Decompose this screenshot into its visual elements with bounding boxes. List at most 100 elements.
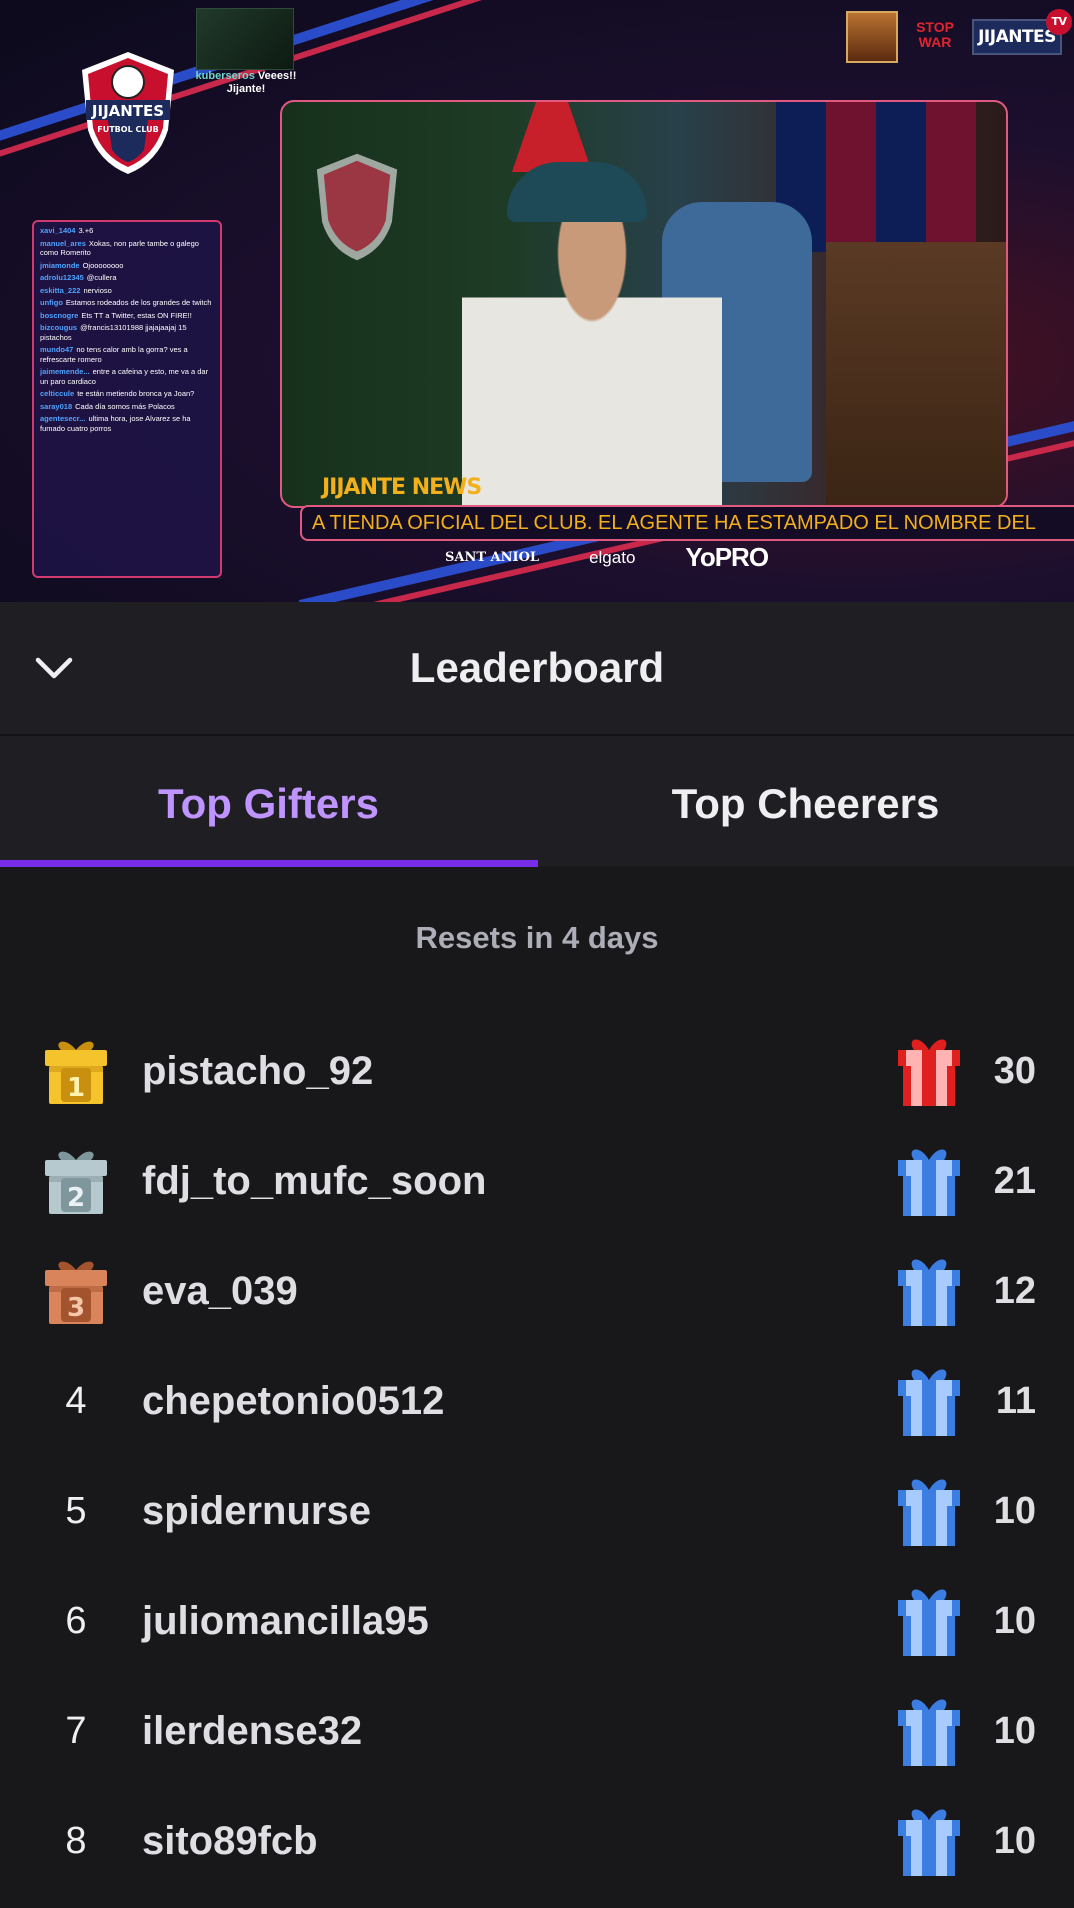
rank-number: 8 — [65, 1819, 87, 1862]
chat-username: boscnogre — [40, 310, 79, 320]
chat-message: bizcougus @francis13101988 jjajajaajaj 15… — [40, 323, 214, 342]
active-tab-indicator — [0, 860, 538, 867]
gift-count: 10 — [993, 1600, 1036, 1642]
tab-top-gifters[interactable]: Top Gifters — [0, 736, 537, 868]
reaction-cam-thumbnail — [196, 8, 294, 70]
leaderboard-row[interactable]: 8 sito89fcb 10 — [0, 1786, 1074, 1896]
username-link[interactable]: ilerdense32 — [142, 1676, 362, 1786]
leaderboard-row[interactable]: 1 pistacho_92 30 — [0, 1016, 1074, 1126]
rank-number-slot: 7 — [40, 1693, 112, 1769]
caption-user: kuberseros — [195, 70, 255, 82]
chat-text: Cada día somos más Polacos — [75, 401, 175, 411]
chat-username: unfigo — [40, 298, 63, 307]
cap-decor — [507, 162, 647, 222]
logo-subtext: FUTBOL CLUB — [97, 125, 158, 134]
leaderboard-row[interactable]: 2 fdj_to_mufc_soon 21 — [0, 1126, 1074, 1236]
gift-count: 10 — [993, 1710, 1036, 1752]
sponsor-logo: elgato — [589, 547, 636, 567]
chat-username: manuel_ares — [40, 238, 86, 248]
stream-chat-overlay: xavi_1404 3.+6 manuel_ares Xokas, non parle… — [32, 220, 222, 578]
chat-message: xavi_1404 3.+6 — [40, 226, 214, 236]
chat-username: agentesecr... — [40, 414, 86, 423]
chat-message: celticcule te están metiendo bronca ya Jo… — [40, 389, 214, 399]
blue-gift-icon — [894, 1694, 964, 1768]
gift-count: 10 — [993, 1490, 1036, 1532]
chat-message: saray018 Cada día somos más Polacos — [40, 402, 214, 412]
leaderboard-title: Leaderboard — [409, 644, 665, 691]
silver-gift-icon: 2 — [40, 1143, 112, 1219]
blue-gift-icon — [894, 1364, 964, 1438]
overlay-top-icons: STOP WAR JIJANTES TV — [846, 9, 1072, 64]
red-gift-icon — [894, 1034, 964, 1108]
leaderboard-row[interactable]: 5 spidernurse 10 — [0, 1456, 1074, 1566]
bronze-gift-icon: 3 — [40, 1253, 112, 1329]
chat-message: manuel_ares Xokas, non parle tambe o gale… — [40, 239, 214, 258]
leaderboard-header: Leaderboard — [0, 602, 1074, 734]
sacred-heart-icon — [846, 11, 898, 63]
tab-top-cheerers[interactable]: Top Cheerers — [537, 736, 1074, 868]
gift-count: 11 — [995, 1380, 1036, 1422]
blue-gift-icon — [894, 1254, 964, 1328]
chat-message: agentesecr... ultima hora, jose Alvarez s… — [40, 414, 214, 433]
rank-number-slot: 6 — [40, 1583, 112, 1659]
leaderboard-row[interactable]: 6 juliomancilla95 10 — [0, 1566, 1074, 1676]
username-link[interactable]: spidernurse — [142, 1456, 371, 1566]
jijantes-tv-logo: JIJANTES TV — [972, 9, 1072, 55]
chat-username: bizcougus — [40, 323, 78, 332]
svg-text:2: 2 — [67, 1183, 85, 1213]
chat-text: te están metiendo bronca ya Joan? — [77, 389, 195, 398]
chat-message: jmiamonde Ojoooooooo — [40, 261, 214, 271]
chat-message: adrolu12345 @cullera — [40, 273, 214, 283]
gift-count: 30 — [993, 1050, 1036, 1092]
blue-gift-icon — [894, 1144, 964, 1218]
chat-message: boscnogre Ets TT a Twitter, estas ON FIRE… — [40, 311, 214, 321]
gift-count: 21 — [993, 1160, 1036, 1202]
username-link[interactable]: chepetonio0512 — [142, 1346, 444, 1456]
chat-username: jaimemende... — [40, 367, 90, 376]
shelf-decor — [826, 242, 1006, 506]
username-link[interactable]: sito89fcb — [142, 1786, 318, 1896]
chat-message: mundo47 no tens calor amb la gorra? ves a… — [40, 345, 214, 364]
username-link[interactable]: eva_039 — [142, 1236, 298, 1346]
chat-username: xavi_1404 — [40, 226, 76, 235]
svg-text:3: 3 — [67, 1293, 85, 1323]
leaderboard-row[interactable]: 4 chepetonio0512 11 — [0, 1346, 1074, 1456]
chat-text: nervioso — [83, 285, 112, 295]
stop-war-icon: STOP WAR — [916, 19, 954, 50]
svg-text:1: 1 — [67, 1073, 85, 1103]
chat-text: 3.+6 — [78, 226, 94, 235]
chat-username: saray018 — [40, 401, 73, 411]
rank-number-slot: 8 — [40, 1803, 112, 1879]
streamer-camera: JIJANTE NEWS — [280, 100, 1008, 508]
resets-text: Resets in 4 days — [415, 920, 659, 955]
username-link[interactable]: juliomancilla95 — [142, 1566, 429, 1676]
leaderboard-row[interactable]: 3 eva_039 12 — [0, 1236, 1074, 1346]
rank-number-slot: 4 — [40, 1363, 112, 1439]
rank-number: 6 — [65, 1599, 87, 1642]
news-tag: JIJANTE NEWS — [322, 475, 482, 500]
collapse-button[interactable] — [30, 648, 78, 688]
chat-text: Estamos rodeados de los grandes de twitc… — [65, 298, 212, 307]
chat-text: @cullera — [86, 273, 117, 282]
rank-number-slot: 5 — [40, 1473, 112, 1549]
chat-username: mundo47 — [40, 345, 74, 354]
gift-count: 10 — [993, 1820, 1036, 1862]
blue-gift-icon — [894, 1584, 964, 1658]
rank-number: 7 — [65, 1709, 87, 1752]
leaderboard-list: 1 pistacho_92 30 2 fdj_to_mufc_soon 21 3 eva_03… — [0, 1016, 1074, 1896]
news-ticker: A TIENDA OFICIAL DEL CLUB. EL AGENTE HA … — [300, 505, 1074, 541]
club-crest-logo: JIJANTES FUTBOL CLUB — [82, 52, 174, 174]
chat-username: jmiamonde — [40, 260, 80, 270]
stream-video[interactable]: JIJANTES FUTBOL CLUB kuberseros Veees!! … — [0, 0, 1074, 602]
chat-username: celticcule — [40, 389, 75, 398]
rank-number: 5 — [65, 1489, 87, 1532]
rank-number: 4 — [65, 1379, 87, 1422]
chat-username: adrolu12345 — [40, 273, 84, 282]
username-link[interactable]: fdj_to_mufc_soon — [142, 1126, 486, 1236]
leaderboard-row[interactable]: 7 ilerdense32 10 — [0, 1676, 1074, 1786]
tv-badge: TV — [1046, 9, 1072, 35]
blue-gift-icon — [894, 1804, 964, 1878]
chevron-down-icon — [35, 657, 73, 679]
username-link[interactable]: pistacho_92 — [142, 1016, 373, 1126]
reaction-cam-caption: kuberseros Veees!! Jijante! — [190, 70, 302, 96]
